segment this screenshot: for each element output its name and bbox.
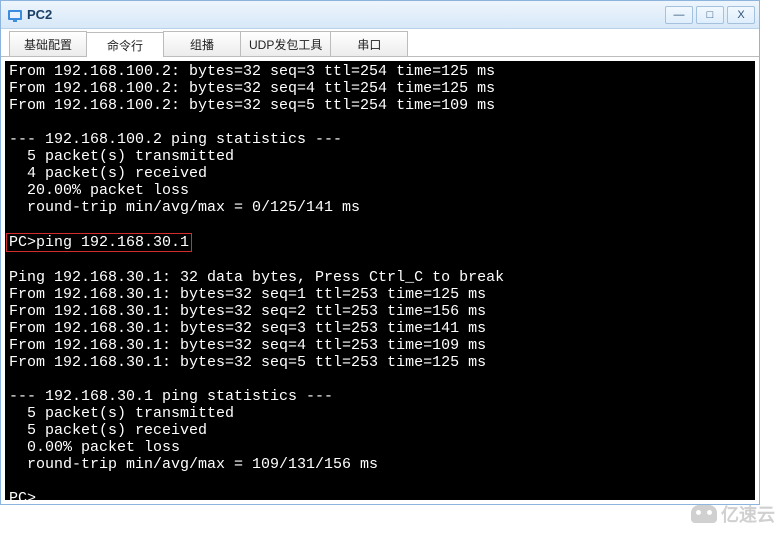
highlighted-command: PC>ping 192.168.30.1 (6, 233, 192, 252)
titlebar[interactable]: PC2 — □ X (1, 1, 759, 29)
window-controls: — □ X (665, 6, 755, 24)
watermark-icon (691, 505, 717, 523)
minimize-button[interactable]: — (665, 6, 693, 24)
watermark: 亿速云 (691, 501, 775, 527)
close-button[interactable]: X (727, 6, 755, 24)
tab-udp-tool[interactable]: UDP发包工具 (240, 31, 331, 56)
tab-command-line[interactable]: 命令行 (86, 32, 164, 57)
tab-serial[interactable]: 串口 (330, 31, 408, 56)
terminal[interactable]: From 192.168.100.2: bytes=32 seq=3 ttl=2… (5, 61, 755, 500)
terminal-container: From 192.168.100.2: bytes=32 seq=3 ttl=2… (1, 57, 759, 504)
maximize-button[interactable]: □ (696, 6, 724, 24)
tab-row: 基础配置 命令行 组播 UDP发包工具 串口 (1, 29, 759, 57)
watermark-text: 亿速云 (721, 501, 775, 527)
app-icon (7, 7, 23, 23)
tab-multicast[interactable]: 组播 (163, 31, 241, 56)
app-window: PC2 — □ X 基础配置 命令行 组播 UDP发包工具 串口 From 19… (0, 0, 760, 505)
tab-basic-config[interactable]: 基础配置 (9, 31, 87, 56)
window-title: PC2 (27, 7, 665, 22)
